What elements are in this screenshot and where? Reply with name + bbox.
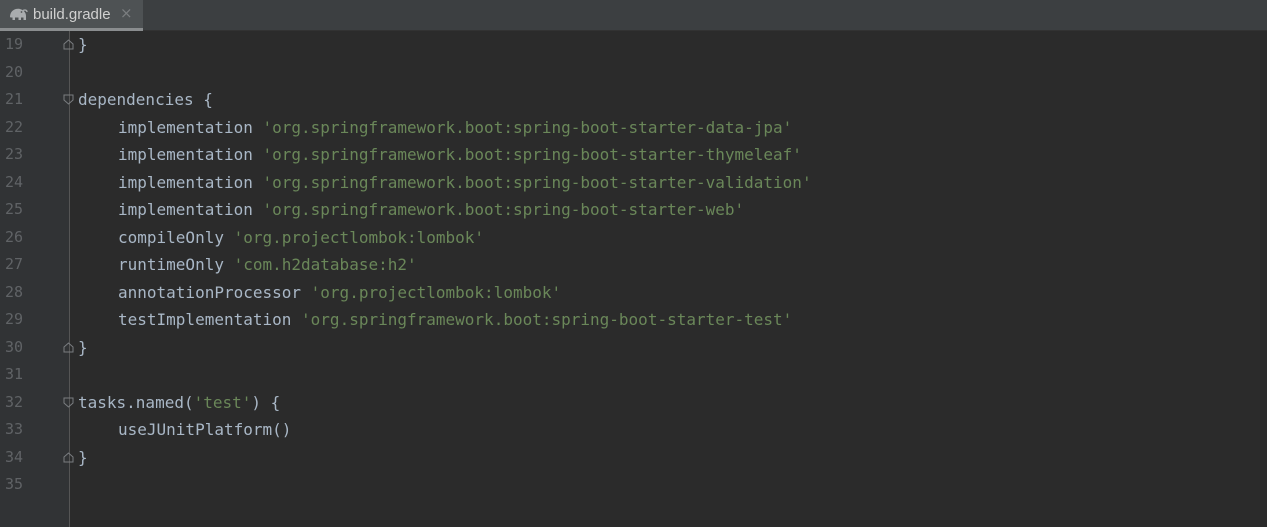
fold-end-icon[interactable] bbox=[63, 39, 74, 50]
code-text: runtimeOnly 'com.h2database:h2' bbox=[118, 251, 417, 279]
code-text: implementation 'org.springframework.boot… bbox=[118, 141, 802, 169]
code-text: annotationProcessor 'org.projectlombok:l… bbox=[118, 279, 561, 307]
line-number: 26 bbox=[5, 227, 24, 246]
line-number: 21 bbox=[5, 90, 24, 108]
editor-tab-bar: build.gradle × bbox=[0, 0, 1267, 31]
code-line: 34} bbox=[0, 444, 1267, 472]
code-token: dependencies { bbox=[78, 90, 213, 109]
fold-start-icon[interactable] bbox=[63, 397, 74, 408]
string-literal: 'org.springframework.boot:spring-boot-st… bbox=[301, 310, 793, 329]
code-text: implementation 'org.springframework.boot… bbox=[118, 169, 812, 197]
string-literal: 'com.h2database:h2' bbox=[233, 255, 417, 274]
code-token: implementation bbox=[118, 145, 263, 164]
fold-start-icon[interactable] bbox=[63, 94, 74, 105]
line-number: 27 bbox=[5, 255, 24, 273]
code-editor[interactable]: 19} 20 21 dependencies { 22 implementation 'o… bbox=[0, 31, 1267, 527]
gradle-elephant-icon bbox=[10, 8, 28, 20]
code-token: ) { bbox=[251, 392, 281, 412]
code-text: } bbox=[78, 444, 88, 472]
line-number: 22 bbox=[5, 117, 24, 136]
string-literal: 'org.springframework.boot:spring-boot-st… bbox=[262, 200, 745, 219]
code-token: testImplementation bbox=[118, 310, 302, 329]
string-literal: 'org.springframework.boot:spring-boot-st… bbox=[262, 145, 802, 164]
code-line: 24 implementation 'org.springframework.bo… bbox=[0, 169, 1267, 197]
code-line: 26 compileOnly 'org.projectlombok:lombok' bbox=[0, 224, 1267, 252]
line-number: 25 bbox=[5, 200, 24, 218]
line-number: 35 bbox=[5, 475, 24, 493]
code-line: 28 annotationProcessor 'org.projectlombok… bbox=[0, 279, 1267, 307]
string-literal: 'org.projectlombok:lombok' bbox=[310, 282, 562, 302]
string-literal: 'org.springframework.boot:spring-boot-st… bbox=[262, 172, 812, 192]
code-line: 33 useJUnitPlatform() bbox=[0, 416, 1267, 444]
line-number: 30 bbox=[5, 337, 24, 356]
line-number: 32 bbox=[5, 392, 24, 411]
line-number: 19 bbox=[5, 35, 24, 53]
code-text: testImplementation 'org.springframework.… bbox=[118, 306, 792, 334]
code-token: } bbox=[78, 447, 88, 467]
code-text: implementation 'org.springframework.boot… bbox=[118, 196, 744, 224]
code-token: implementation bbox=[118, 172, 263, 192]
line-number: 29 bbox=[5, 310, 24, 328]
code-token: runtimeOnly bbox=[118, 255, 234, 274]
line-number: 31 bbox=[5, 365, 24, 383]
string-literal: 'test' bbox=[193, 392, 252, 412]
code-line: 30} bbox=[0, 334, 1267, 362]
code-text: tasks.named('test') { bbox=[78, 389, 280, 417]
code-line: 25 implementation 'org.springframework.bo… bbox=[0, 196, 1267, 224]
code-text: } bbox=[78, 31, 88, 59]
code-token: annotationProcessor bbox=[118, 282, 311, 302]
code-token: compileOnly bbox=[118, 227, 234, 247]
close-icon[interactable]: × bbox=[120, 4, 133, 22]
code-line: 35 bbox=[0, 471, 1267, 499]
code-line: 31 bbox=[0, 361, 1267, 389]
code-text: implementation 'org.springframework.boot… bbox=[118, 114, 792, 142]
line-number: 20 bbox=[5, 62, 24, 81]
code-text: } bbox=[78, 334, 88, 362]
code-text: dependencies { bbox=[78, 86, 213, 114]
code-token: } bbox=[78, 35, 88, 54]
code-line: 29 testImplementation 'org.springframewor… bbox=[0, 306, 1267, 334]
fold-end-icon[interactable] bbox=[63, 451, 74, 463]
code-text: useJUnitPlatform() bbox=[118, 416, 291, 444]
string-literal: 'org.projectlombok:lombok' bbox=[233, 227, 485, 247]
code-token: useJUnitPlatform() bbox=[118, 420, 292, 439]
code-line: 32 tasks.named('test') { bbox=[0, 389, 1267, 417]
line-number: 23 bbox=[5, 145, 24, 163]
tab-label: build.gradle bbox=[33, 6, 111, 23]
line-number: 33 bbox=[5, 420, 24, 438]
string-literal: 'org.springframework.boot:spring-boot-st… bbox=[262, 117, 793, 137]
code-token: } bbox=[78, 337, 88, 357]
line-number: 24 bbox=[5, 172, 24, 191]
code-token: tasks.named( bbox=[78, 392, 194, 412]
tab-build-gradle[interactable]: build.gradle × bbox=[0, 0, 143, 31]
code-text: compileOnly 'org.projectlombok:lombok' bbox=[118, 224, 484, 252]
line-number: 28 bbox=[5, 282, 24, 301]
code-token: implementation bbox=[118, 117, 263, 137]
fold-end-icon[interactable] bbox=[63, 341, 74, 353]
code-line: 23 implementation 'org.springframework.bo… bbox=[0, 141, 1267, 169]
code-line: 19} bbox=[0, 31, 1267, 59]
code-line: 21 dependencies { bbox=[0, 86, 1267, 114]
code-line: 27 runtimeOnly 'com.h2database:h2' bbox=[0, 251, 1267, 279]
code-token: implementation bbox=[118, 200, 263, 219]
code-line: 22 implementation 'org.springframework.bo… bbox=[0, 114, 1267, 142]
code-line: 20 bbox=[0, 59, 1267, 87]
line-number: 34 bbox=[5, 447, 24, 466]
